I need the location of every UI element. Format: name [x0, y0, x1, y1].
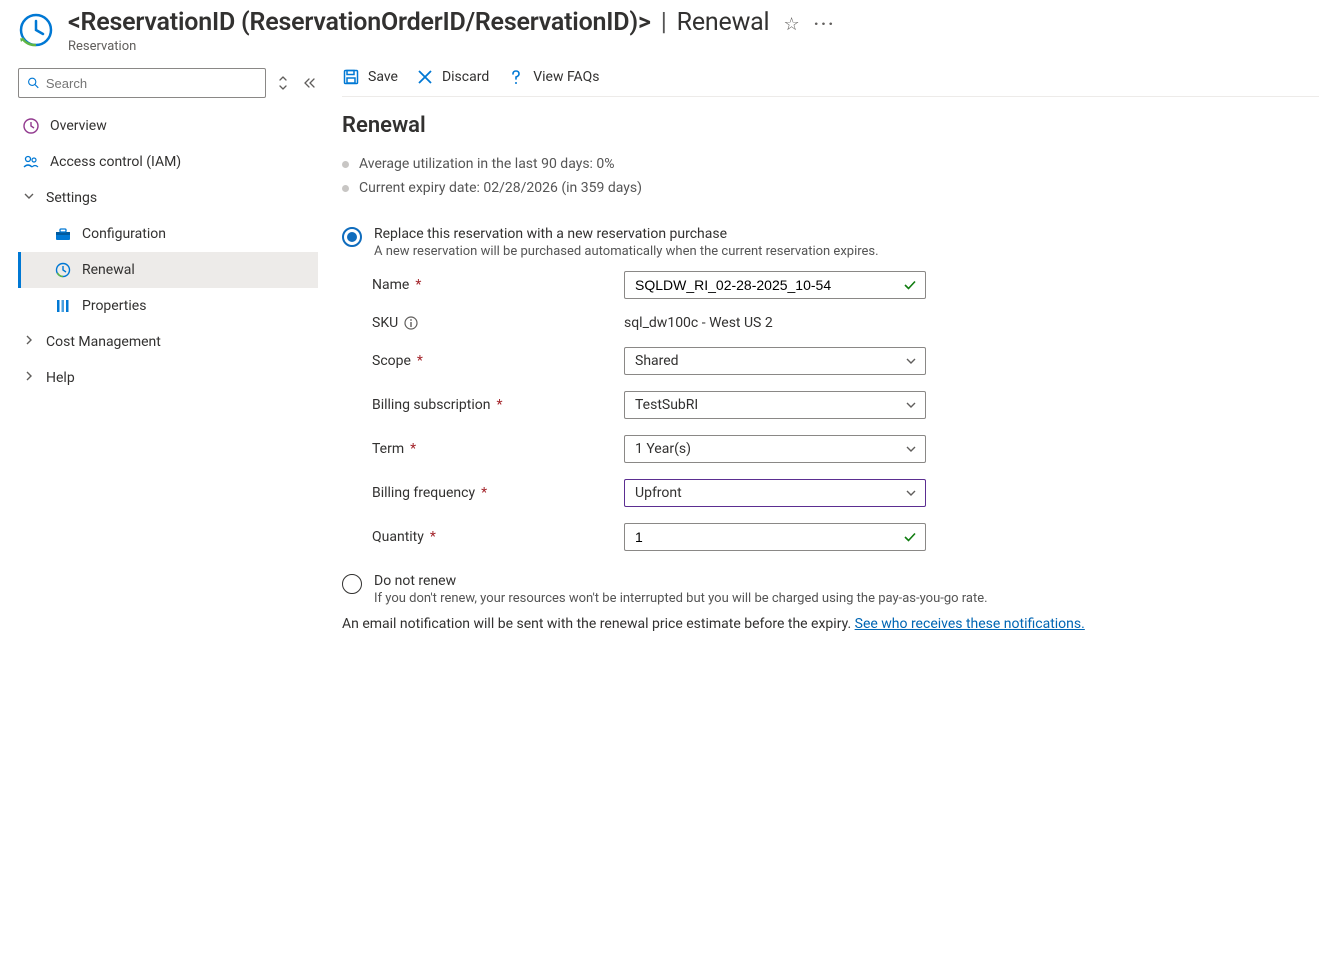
help-icon	[507, 68, 525, 86]
sku-value: sql_dw100c - West US 2	[624, 315, 773, 331]
favorite-star-icon[interactable]: ☆	[783, 14, 799, 35]
radio-do-not-renew[interactable]	[342, 574, 362, 594]
email-notification-note: An email notification will be sent with …	[342, 616, 1319, 632]
bullet-icon	[342, 161, 349, 168]
sidebar-item-overview[interactable]: Overview	[18, 108, 318, 144]
expand-toggle-icon[interactable]	[274, 74, 292, 92]
billing-subscription-select[interactable]: TestSubRI	[624, 391, 926, 419]
quantity-label: Quantity *	[372, 529, 624, 545]
sidebar-item-label: Overview	[50, 118, 107, 134]
billing-frequency-select[interactable]: Upfront	[624, 479, 926, 507]
notifications-link[interactable]: See who receives these notifications.	[855, 616, 1085, 632]
sidebar-item-iam[interactable]: Access control (IAM)	[18, 144, 318, 180]
close-icon	[416, 68, 434, 86]
chevron-right-icon	[22, 334, 36, 350]
people-icon	[22, 153, 40, 171]
sidebar-item-label: Configuration	[82, 226, 166, 242]
sidebar-group-label: Cost Management	[46, 334, 161, 350]
scope-label: Scope *	[372, 353, 624, 369]
radio-do-not-renew-label: Do not renew	[374, 573, 988, 589]
search-input[interactable]	[46, 76, 257, 91]
more-menu-icon[interactable]: ···	[814, 14, 836, 35]
radio-do-not-renew-desc: If you don't renew, your resources won't…	[374, 591, 988, 606]
chevron-down-icon	[905, 399, 917, 411]
chevron-down-icon	[22, 190, 36, 206]
search-icon	[27, 76, 40, 90]
section-title: Renewal	[342, 113, 1319, 138]
sidebar-item-label: Properties	[82, 298, 146, 314]
chevron-down-icon	[905, 443, 917, 455]
quantity-input[interactable]	[635, 529, 915, 545]
radio-replace[interactable]	[342, 227, 362, 247]
properties-icon	[54, 297, 72, 315]
bullet-icon	[342, 185, 349, 192]
sidebar-item-configuration[interactable]: Configuration	[18, 216, 318, 252]
chevron-down-icon	[905, 355, 917, 367]
name-input-wrapper[interactable]	[624, 271, 926, 299]
sidebar-group-settings[interactable]: Settings	[18, 180, 318, 216]
term-select[interactable]: 1 Year(s)	[624, 435, 926, 463]
page-subtitle: Reservation	[68, 39, 1321, 54]
toolbox-icon	[54, 225, 72, 243]
sidebar-item-properties[interactable]: Properties	[18, 288, 318, 324]
check-icon	[903, 530, 917, 544]
chevron-right-icon	[22, 370, 36, 386]
name-input[interactable]	[635, 277, 915, 293]
term-label: Term *	[372, 441, 624, 457]
search-input-wrapper[interactable]	[18, 68, 266, 98]
renewal-icon	[54, 261, 72, 279]
sidebar-item-label: Access control (IAM)	[50, 154, 181, 170]
collapse-panel-icon[interactable]	[300, 74, 318, 92]
discard-button[interactable]: Discard	[416, 68, 489, 86]
sidebar-group-label: Settings	[46, 190, 97, 206]
sidebar-group-label: Help	[46, 370, 75, 386]
radio-replace-label: Replace this reservation with a new rese…	[374, 226, 879, 242]
sidebar-item-renewal[interactable]: Renewal	[18, 252, 318, 288]
view-faqs-button[interactable]: View FAQs	[507, 68, 599, 86]
clock-icon	[22, 117, 40, 135]
info-expiry: Current expiry date: 02/28/2026 (in 359 …	[342, 176, 1319, 200]
quantity-input-wrapper[interactable]	[624, 523, 926, 551]
sidebar-group-help[interactable]: Help	[18, 360, 318, 396]
sku-label: SKU	[372, 315, 624, 331]
info-icon[interactable]	[404, 316, 418, 330]
sidebar-item-label: Renewal	[82, 262, 135, 278]
reservation-icon	[18, 12, 54, 48]
sidebar-group-cost[interactable]: Cost Management	[18, 324, 318, 360]
name-label: Name *	[372, 277, 624, 293]
save-button[interactable]: Save	[342, 68, 398, 86]
page-title: <ReservationID (ReservationOrderID/Reser…	[68, 8, 769, 37]
info-utilization: Average utilization in the last 90 days:…	[342, 152, 1319, 176]
radio-replace-desc: A new reservation will be purchased auto…	[374, 244, 879, 259]
chevron-down-icon	[905, 487, 917, 499]
billing-subscription-label: Billing subscription *	[372, 397, 624, 413]
scope-select[interactable]: Shared	[624, 347, 926, 375]
save-icon	[342, 68, 360, 86]
check-icon	[903, 278, 917, 292]
billing-frequency-label: Billing frequency *	[372, 485, 624, 501]
